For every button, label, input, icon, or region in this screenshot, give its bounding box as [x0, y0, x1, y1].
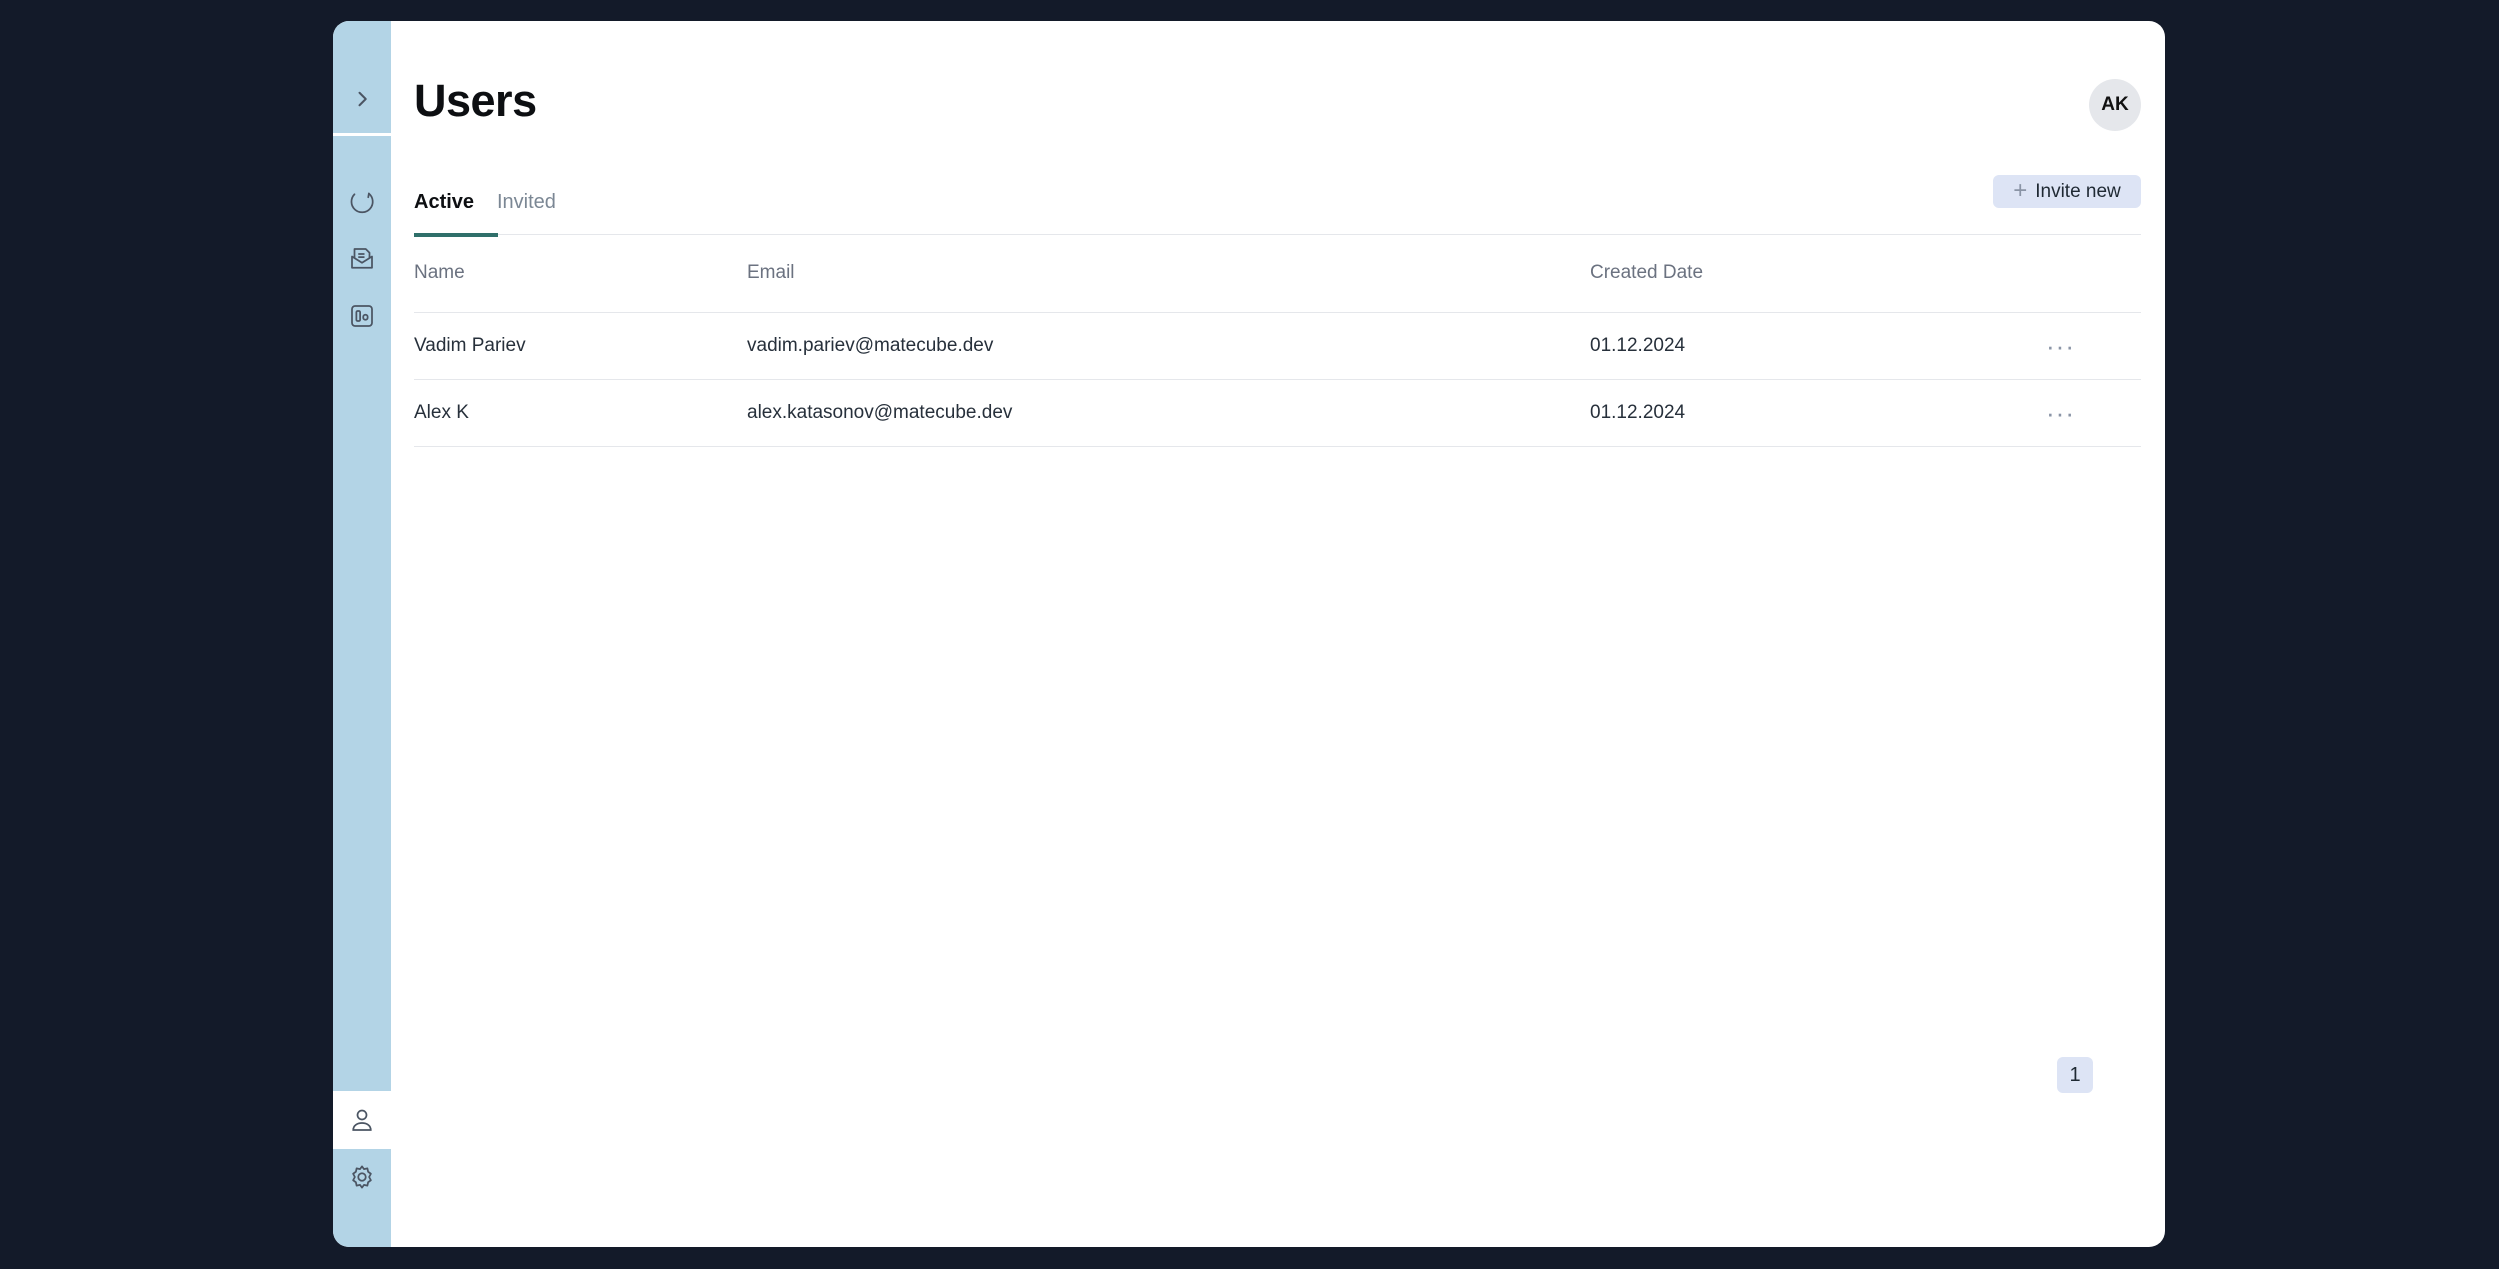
user-icon [352, 1109, 372, 1131]
avatar[interactable]: AK [2089, 79, 2141, 131]
column-header-created-date: Created Date [1590, 262, 1704, 283]
app-window: Users AK Active Invited + Invite new Nam… [333, 21, 2165, 1247]
sidebar [333, 21, 391, 1247]
table-row: Vadim Pariev vadim.pariev@matecube.dev 0… [414, 313, 2141, 380]
user-created-date: 01.12.2024 [1590, 335, 1686, 356]
invite-new-button[interactable]: + Invite new [1993, 175, 2141, 208]
page-title: Users [414, 75, 537, 126]
board-icon [351, 305, 373, 327]
row-actions-button[interactable]: ··· [2046, 313, 2075, 379]
tab-invited[interactable]: Invited [497, 191, 556, 233]
tab-bar: Active Invited [414, 171, 2141, 237]
column-header-name: Name [414, 262, 465, 283]
sidebar-item-settings[interactable] [333, 1148, 391, 1206]
inbox-icon [351, 248, 373, 269]
user-email: alex.katasonov@matecube.dev [747, 402, 1013, 423]
column-header-email: Email [747, 262, 795, 283]
gear-icon [352, 1165, 372, 1189]
users-table: Name Email Created Date Vadim Pariev vad… [414, 234, 2141, 447]
sync-icon [350, 192, 374, 214]
user-name: Alex K [414, 402, 469, 423]
plus-icon: + [2013, 176, 2028, 204]
table-row: Alex K alex.katasonov@matecube.dev 01.12… [414, 380, 2141, 447]
table-header: Name Email Created Date [414, 234, 2141, 313]
sidebar-toggle-button[interactable] [333, 70, 391, 128]
user-created-date: 01.12.2024 [1590, 402, 1686, 423]
sidebar-item-board[interactable] [333, 287, 391, 345]
sidebar-divider [333, 133, 391, 136]
user-name: Vadim Pariev [414, 335, 526, 356]
sidebar-item-users[interactable] [333, 1091, 391, 1149]
user-email: vadim.pariev@matecube.dev [747, 335, 994, 356]
sidebar-item-sync[interactable] [333, 173, 391, 231]
sidebar-item-inbox[interactable] [333, 230, 391, 288]
row-actions-button[interactable]: ··· [2046, 380, 2075, 446]
tab-active[interactable]: Active [414, 191, 498, 237]
more-horizontal-icon: ··· [2046, 331, 2075, 361]
invite-new-label: Invite new [2035, 180, 2121, 202]
main-content: Users AK Active Invited + Invite new Nam… [391, 21, 2165, 1247]
more-horizontal-icon: ··· [2046, 398, 2075, 428]
chevron-right-icon [358, 91, 367, 107]
pagination-page-1[interactable]: 1 [2057, 1057, 2093, 1093]
